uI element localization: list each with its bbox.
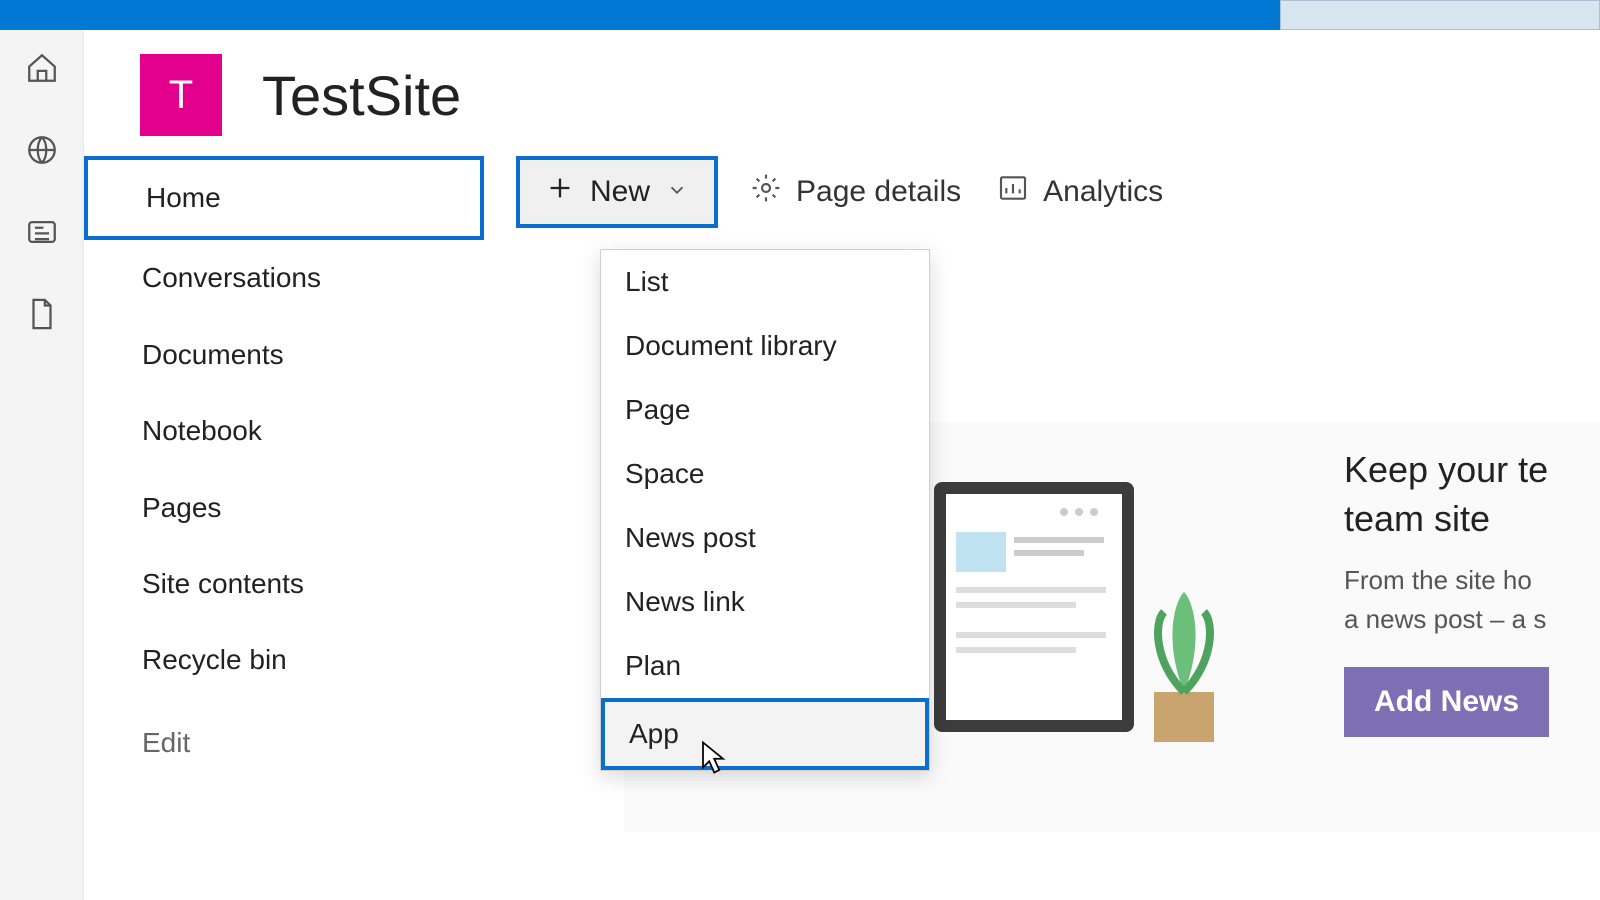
new-button[interactable]: New	[516, 156, 718, 228]
nav-item-recycle-bin[interactable]: Recycle bin	[84, 622, 484, 698]
nav-item-site-contents[interactable]: Site contents	[84, 546, 484, 622]
gear-icon	[750, 172, 782, 212]
page-body: New Page details	[484, 156, 1600, 228]
dropdown-item-space[interactable]: Space	[601, 442, 929, 506]
dropdown-item-plan[interactable]: Plan	[601, 634, 929, 698]
suite-bar	[0, 0, 1600, 30]
dropdown-item-news-post[interactable]: News post	[601, 506, 929, 570]
left-nav: Home Conversations Documents Notebook Pa…	[84, 156, 484, 781]
dropdown-item-news-link[interactable]: News link	[601, 570, 929, 634]
analytics-icon	[997, 172, 1029, 212]
add-news-button[interactable]: Add News	[1344, 667, 1549, 737]
nav-item-notebook[interactable]: Notebook	[84, 393, 484, 469]
nav-item-conversations[interactable]: Conversations	[84, 240, 484, 316]
dropdown-item-app[interactable]: App	[601, 698, 929, 770]
page-details-button[interactable]: Page details	[746, 164, 965, 220]
nav-item-home[interactable]: Home	[84, 156, 484, 240]
document-icon[interactable]	[24, 296, 60, 332]
new-dropdown-menu: List Document library Page Space News po…	[600, 249, 930, 771]
dropdown-item-page[interactable]: Page	[601, 378, 929, 442]
suite-bar-control[interactable]	[1280, 0, 1600, 30]
chevron-down-icon	[666, 175, 688, 209]
dropdown-item-list[interactable]: List	[601, 250, 929, 314]
news-heading-line1: Keep your te	[1344, 449, 1548, 490]
news-text-block: Keep your te team site From the site ho …	[1344, 446, 1549, 737]
analytics-label: Analytics	[1043, 175, 1163, 209]
news-illustration	[924, 462, 1234, 762]
site-logo[interactable]: T	[140, 54, 222, 136]
news-desc-line1: From the site ho	[1344, 565, 1532, 595]
site-header: T TestSite	[84, 30, 1600, 156]
plus-icon	[546, 174, 574, 210]
app-rail	[0, 30, 84, 900]
analytics-button[interactable]: Analytics	[993, 164, 1167, 220]
dropdown-item-document-library[interactable]: Document library	[601, 314, 929, 378]
command-bar: New Page details	[484, 156, 1600, 228]
news-desc-line2: a news post – a s	[1344, 604, 1546, 634]
home-icon[interactable]	[24, 50, 60, 86]
nav-item-documents[interactable]: Documents	[84, 317, 484, 393]
nav-item-pages[interactable]: Pages	[84, 470, 484, 546]
site-title: TestSite	[262, 63, 461, 128]
new-button-label: New	[590, 175, 650, 209]
page-details-label: Page details	[796, 175, 961, 209]
main-content: T TestSite Home Conversations Documents …	[84, 30, 1600, 900]
news-heading-line2: team site	[1344, 498, 1490, 539]
nav-edit-link[interactable]: Edit	[84, 705, 484, 781]
globe-icon[interactable]	[24, 132, 60, 168]
news-icon[interactable]	[24, 214, 60, 250]
